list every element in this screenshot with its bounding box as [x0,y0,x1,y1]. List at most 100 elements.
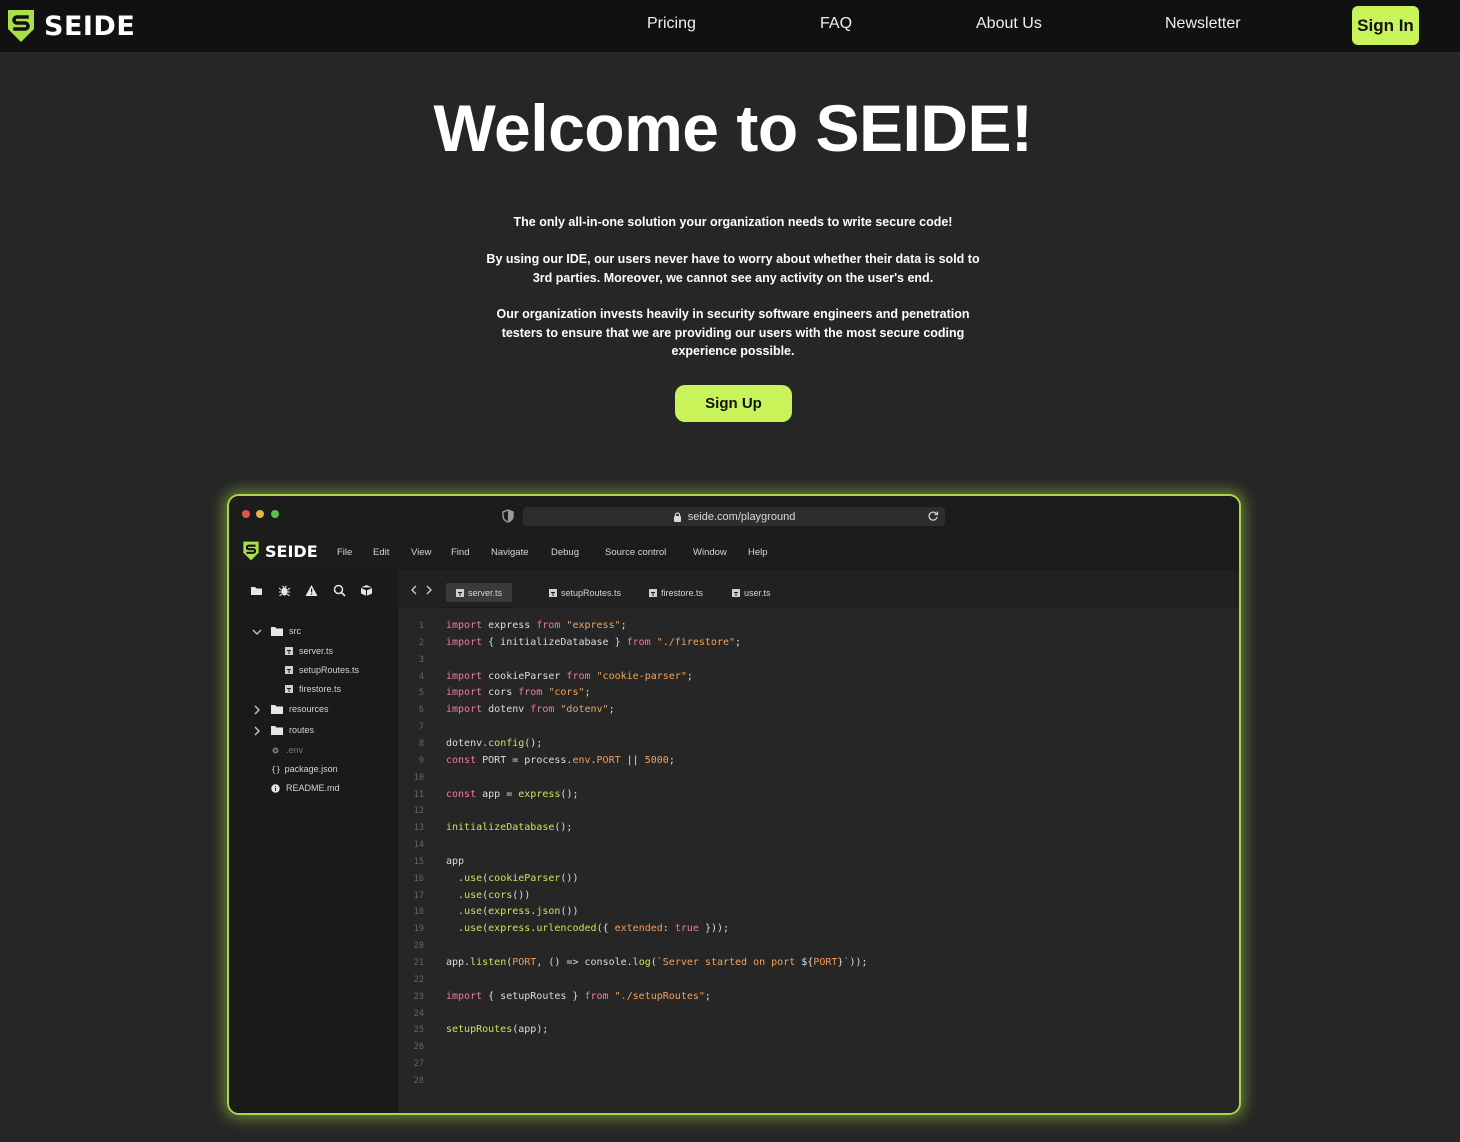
code-line: app [446,855,465,867]
tree-item-label: routes [289,725,315,735]
tree-folder-resources[interactable]: resources [271,704,329,714]
chevron-down-icon[interactable] [252,627,262,637]
tab-firestore-ts[interactable]: firestore.ts [639,583,713,602]
code-line: import express from "express"; [446,620,627,631]
top-navbar: SEIDE Pricing FAQ About Us Newsletter Si… [0,0,1460,52]
line-number: 15 [413,856,424,867]
code-line: const app = express(); [446,788,579,800]
tree-file-package-json[interactable]: {} package.json [271,764,338,774]
ide-brand-name: SEIDE [265,541,318,561]
tree-file-readme-md[interactable]: README.md [271,783,340,793]
nav-link-about-us[interactable]: About Us [976,15,1042,33]
code-line: .use(express.urlencoded({ extended: true… [446,923,730,935]
nav-link-newsletter[interactable]: Newsletter [1165,15,1241,33]
ide-brand-logo: SEIDE [242,541,318,561]
menu-window[interactable]: Window [693,547,727,558]
menu-view[interactable]: View [411,547,431,558]
hero-title: Welcome to SEIDE! [433,91,1033,165]
tree-file-firestore-ts[interactable]: firestore.ts [285,684,341,694]
minimize-dot-icon[interactable] [256,510,264,518]
package-icon[interactable] [360,584,373,597]
menu-debug[interactable]: Debug [551,547,579,558]
address-url: seide.com/playground [687,510,796,523]
folder-icon [271,705,283,714]
lock-icon [673,511,681,522]
menu-edit[interactable]: Edit [373,547,389,558]
line-number: 5 [418,688,424,699]
tab-user-ts[interactable]: user.ts [722,583,781,602]
tree-file-env[interactable]: .env [271,745,303,755]
code-line: app.listen(PORT, () => console.log(`Serv… [446,957,868,968]
menu-source-control[interactable]: Source control [605,547,666,558]
line-number: 18 [413,907,424,918]
chevron-right-icon[interactable] [252,705,262,715]
chevron-left-icon[interactable] [410,585,418,595]
hero-privacy-text: By using our IDE, our users never have t… [486,252,980,285]
tree-item-label: package.json [284,764,338,774]
line-number: 16 [413,873,424,884]
code-editor[interactable]: 1 import express from "express"; 2 import {… [398,608,1239,1113]
menu-find[interactable]: Find [451,547,469,558]
typescript-file-icon [285,685,293,693]
line-number: 22 [413,974,424,985]
address-bar[interactable]: seide.com/playground [523,507,945,526]
line-number: 26 [413,1042,424,1053]
tab-label: user.ts [744,587,771,598]
maximize-dot-icon[interactable] [271,510,279,518]
close-dot-icon[interactable] [242,510,250,518]
warning-icon[interactable] [305,584,318,597]
line-number: 20 [413,941,424,952]
tab-label: server.ts [468,587,503,598]
tree-folder-src[interactable]: src [271,626,301,636]
chevron-right-icon[interactable] [425,585,433,595]
brand-logo[interactable]: SEIDE [6,8,135,44]
code-line: const PORT = process.env.PORT || 5000; [446,754,675,766]
browser-titlebar: seide.com/playground [229,496,1239,534]
folder-icon[interactable] [250,584,263,597]
code-line: import cors from "cors"; [446,687,591,699]
bug-icon[interactable] [278,584,291,597]
menu-navigate[interactable]: Navigate [491,547,529,558]
tab-server-ts[interactable]: server.ts [446,583,513,602]
typescript-file-icon [649,588,657,597]
nav-link-faq[interactable]: FAQ [820,15,852,33]
tab-setuproutes-ts[interactable]: setupRoutes.ts [539,583,631,602]
code-line: import { setupRoutes } from "./setupRout… [446,990,711,1002]
line-number: 28 [413,1075,424,1086]
tab-label: setupRoutes.ts [561,587,622,598]
line-number: 23 [413,991,424,1002]
reload-icon[interactable] [927,510,939,522]
search-icon[interactable] [333,584,346,597]
folder-icon [271,627,283,636]
typescript-file-icon [732,588,740,597]
tree-item-label: firestore.ts [299,684,342,694]
line-number: 19 [413,924,424,935]
menu-file[interactable]: File [337,547,352,558]
typescript-file-icon [285,666,293,674]
line-number: 8 [418,738,424,749]
typescript-file-icon [456,588,464,597]
code-line: .use(cors()) [446,889,531,901]
line-number: 12 [413,806,424,817]
s-shield-logo-icon [243,541,259,561]
chevron-right-icon[interactable] [252,726,262,736]
tree-item-label: README.md [286,783,340,793]
sidebar-toolbar [229,570,398,608]
menu-help[interactable]: Help [748,547,768,558]
code-line: .use(cookieParser()) [446,872,579,884]
tree-folder-routes[interactable]: routes [271,725,314,735]
s-shield-logo-icon [8,10,34,42]
line-number: 10 [413,772,424,783]
sign-up-button[interactable]: Sign Up [675,385,792,422]
typescript-file-icon [285,647,293,655]
nav-link-pricing[interactable]: Pricing [647,15,696,33]
line-number: 27 [413,1059,424,1070]
tree-file-setuproutes-ts[interactable]: setupRoutes.ts [285,665,359,675]
code-line: setupRoutes(app); [446,1024,549,1036]
code-line: import cookieParser from "cookie-parser"… [446,670,693,682]
line-number: 2 [418,637,424,648]
gear-icon [272,747,279,753]
tree-file-server-ts[interactable]: server.ts [285,646,333,656]
sign-in-button[interactable]: Sign In [1352,6,1419,45]
line-number: 21 [413,958,424,968]
